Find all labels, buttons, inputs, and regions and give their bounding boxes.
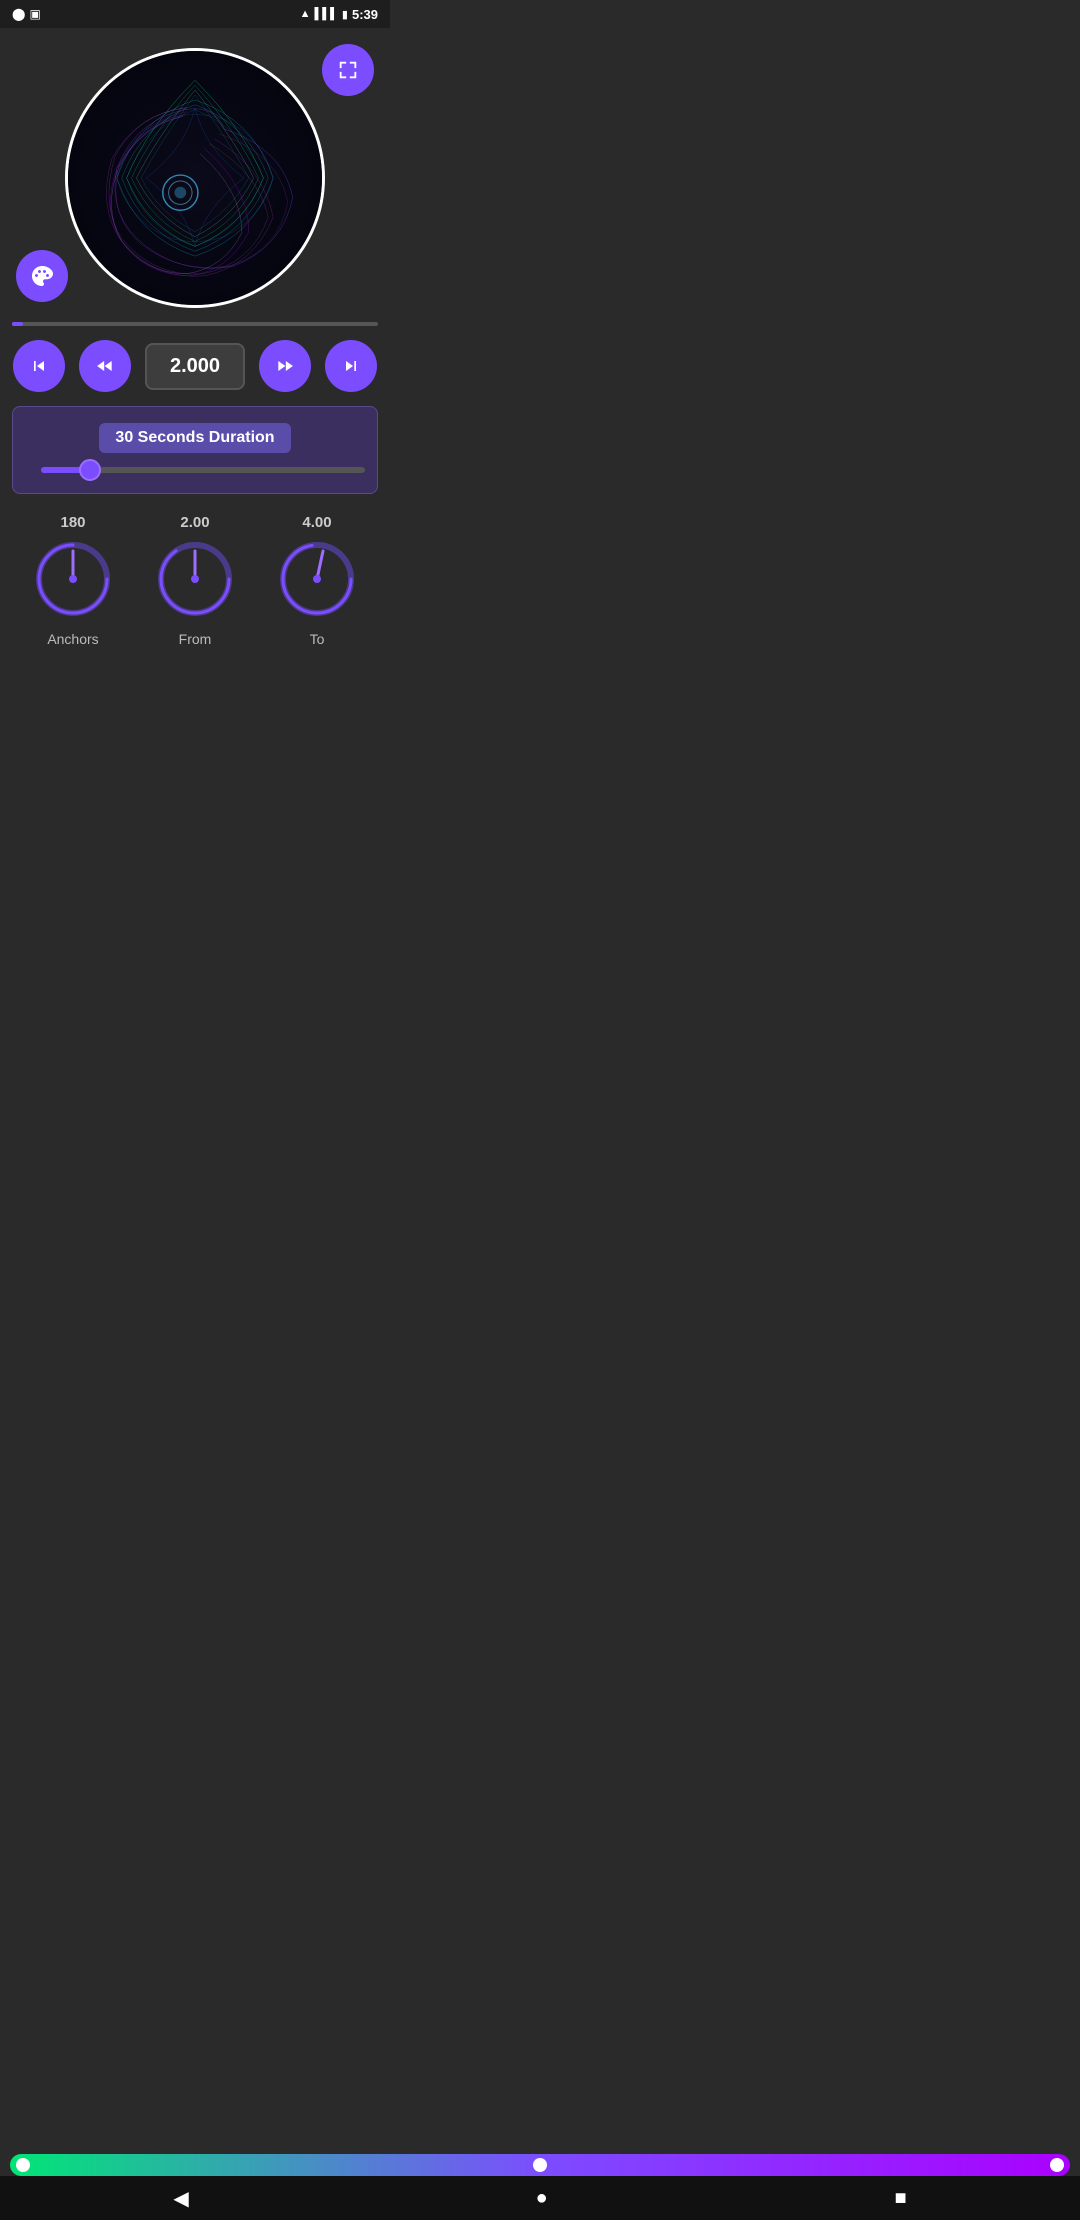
visualization-area bbox=[0, 28, 390, 318]
battery-icon: ▮ bbox=[342, 8, 348, 21]
anchors-knob-item: 180 Anchors bbox=[33, 514, 113, 647]
anchors-label: Anchors bbox=[47, 631, 98, 647]
spirograph-svg bbox=[68, 51, 322, 305]
color-bar-dot-left[interactable] bbox=[16, 2158, 30, 2172]
status-time: 5:39 bbox=[352, 7, 378, 22]
from-label: From bbox=[179, 631, 212, 647]
nav-recents-button[interactable]: ■ bbox=[874, 2179, 926, 2218]
controls-row: 2.000 bbox=[0, 326, 390, 406]
status-right-icons: ▲ ▌▌▌ ▮ 5:39 bbox=[300, 7, 378, 22]
duration-label-container: 30 Seconds Duration bbox=[25, 423, 365, 453]
expand-button[interactable] bbox=[322, 44, 374, 96]
progress-fill bbox=[12, 322, 23, 326]
from-value: 2.00 bbox=[180, 514, 209, 531]
color-bar-dot-right[interactable] bbox=[1050, 2158, 1064, 2172]
knobs-section: 180 Anchors 2.00 From 4.00 To bbox=[0, 494, 390, 657]
duration-slider-thumb[interactable] bbox=[79, 459, 101, 481]
to-knob[interactable] bbox=[277, 539, 357, 619]
navigation-bar: ◀ ● ■ bbox=[0, 2176, 1080, 2220]
anchors-value: 180 bbox=[60, 514, 85, 531]
anchors-knob[interactable] bbox=[33, 539, 113, 619]
fast-forward-button[interactable] bbox=[259, 340, 311, 392]
color-bar-dot-mid[interactable] bbox=[533, 2158, 547, 2172]
status-left-icons: ⬤ ▣ bbox=[12, 7, 41, 21]
spirograph-display bbox=[65, 48, 325, 308]
playback-value: 2.000 bbox=[145, 343, 245, 390]
notification-icon: ⬤ bbox=[12, 7, 25, 21]
sim-icon: ▣ bbox=[29, 7, 40, 21]
status-bar: ⬤ ▣ ▲ ▌▌▌ ▮ 5:39 bbox=[0, 0, 390, 28]
color-gradient-bar[interactable] bbox=[10, 2154, 1070, 2176]
from-knob[interactable] bbox=[155, 539, 235, 619]
duration-slider-track[interactable] bbox=[41, 467, 365, 473]
skip-forward-button[interactable] bbox=[325, 340, 377, 392]
nav-home-button[interactable]: ● bbox=[516, 2179, 568, 2218]
signal-icon: ▌▌▌ bbox=[315, 8, 338, 20]
to-knob-item: 4.00 To bbox=[277, 514, 357, 647]
color-bar-container[interactable] bbox=[0, 2154, 1080, 2176]
to-value: 4.00 bbox=[302, 514, 331, 531]
progress-track[interactable] bbox=[12, 322, 378, 326]
duration-box: 30 Seconds Duration bbox=[12, 406, 378, 494]
palette-button[interactable] bbox=[16, 250, 68, 302]
to-label: To bbox=[310, 631, 325, 647]
progress-container[interactable] bbox=[0, 322, 390, 326]
from-knob-item: 2.00 From bbox=[155, 514, 235, 647]
wifi-icon: ▲ bbox=[300, 8, 311, 20]
skip-back-button[interactable] bbox=[13, 340, 65, 392]
nav-back-button[interactable]: ◀ bbox=[153, 2178, 208, 2219]
duration-label: 30 Seconds Duration bbox=[99, 423, 290, 453]
rewind-button[interactable] bbox=[79, 340, 131, 392]
